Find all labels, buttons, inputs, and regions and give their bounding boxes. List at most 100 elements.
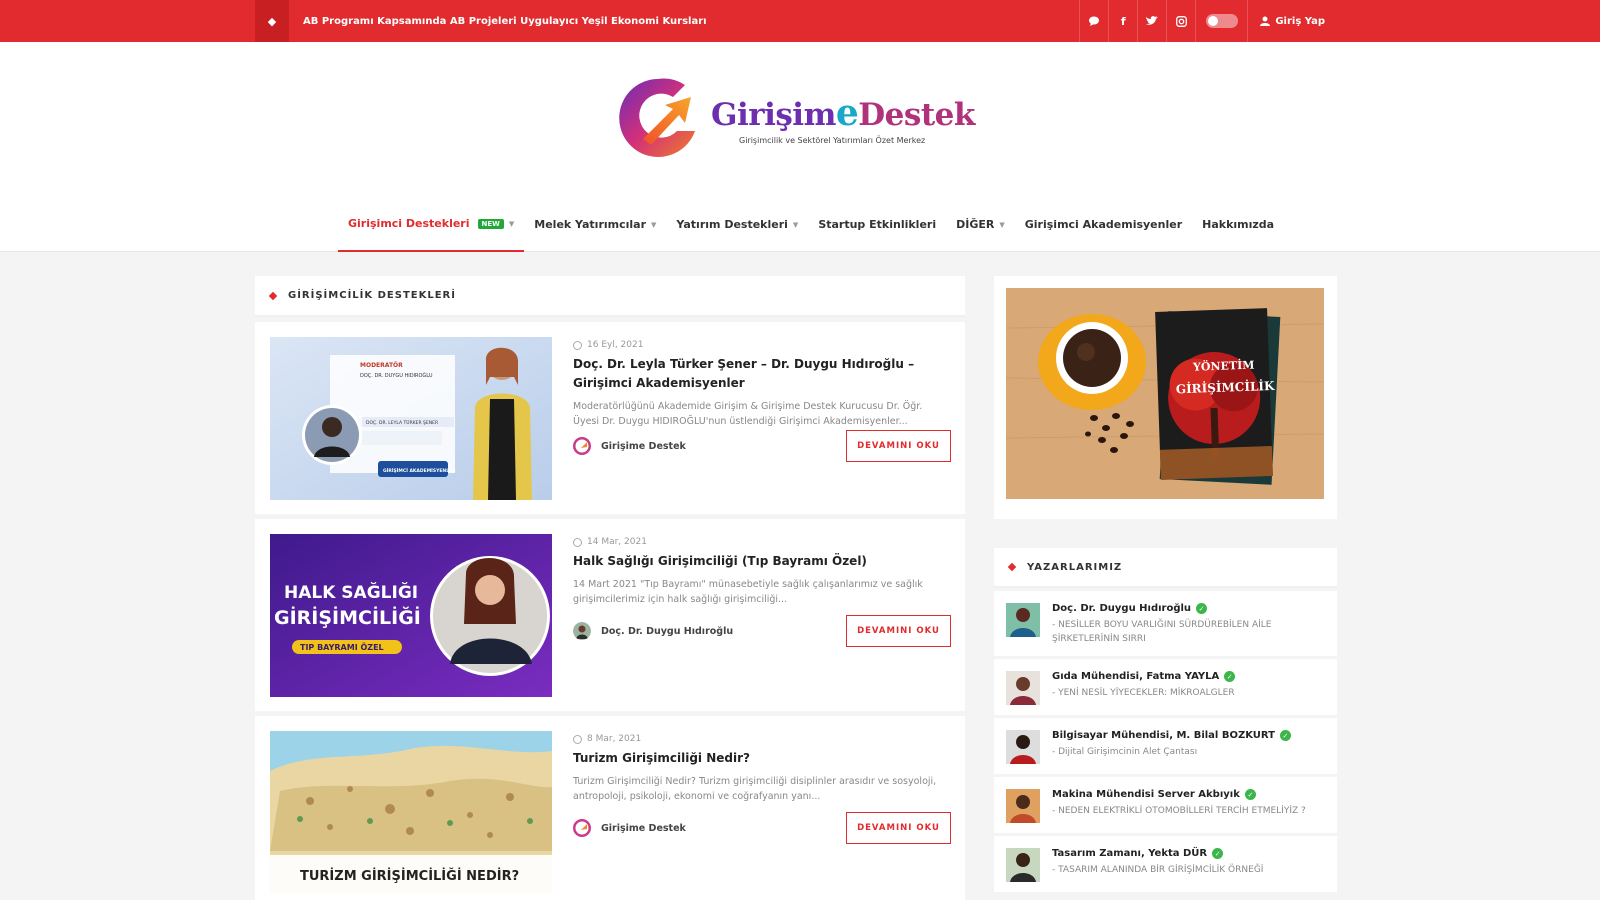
- widget-header: YAZARLARIMIZ: [994, 548, 1337, 588]
- post-author[interactable]: Girişime Destek: [573, 437, 686, 455]
- news-ticker[interactable]: AB Programı Kapsamında AB Projeleri Uygu…: [289, 16, 1079, 27]
- writer-name: Doç. Dr. Duygu Hıdıroğlu: [1052, 603, 1192, 614]
- site-header: GirişimeDestek Girişimcilik ve Sektörel …: [0, 42, 1600, 197]
- sidebar-ad: YÖNETİM GİRİŞİMCİLİK: [994, 276, 1337, 519]
- post-author[interactable]: Doç. Dr. Duygu Hıdıroğlu: [573, 622, 733, 640]
- nav-item-yatirim-destekleri[interactable]: Yatırım Destekleri ▼: [666, 197, 808, 252]
- writer-avatar: [1006, 671, 1040, 705]
- post-excerpt: 14 Mart 2021 "Tıp Bayramı" münasebetiyle…: [573, 579, 923, 605]
- writer-item[interactable]: Gıda Mühendisi, Fatma YAYLA ✓ - YENİ NESİ…: [994, 659, 1337, 715]
- writer-avatar: [1006, 848, 1040, 882]
- writer-name: Tasarım Zamanı, Yekta DÜR: [1052, 848, 1208, 859]
- chevron-down-icon: ▼: [792, 220, 799, 229]
- diamond-icon: [268, 291, 278, 300]
- book-ad-image[interactable]: YÖNETİM GİRİŞİMCİLİK: [1006, 288, 1324, 499]
- writer-avatar: [1006, 789, 1040, 823]
- writer-latest-post[interactable]: - YENİ NESİL YİYECEKLER: MİKROALGLER: [1052, 686, 1325, 700]
- writer-name: Gıda Mühendisi, Fatma YAYLA: [1052, 671, 1220, 682]
- svg-text:GİRİŞİMCİ AKADEMİSYENLER: GİRİŞİMCİ AKADEMİSYENLER: [383, 467, 456, 474]
- clock-icon: [573, 340, 582, 350]
- ticker-prev-button[interactable]: ◆: [255, 0, 289, 42]
- writer-latest-post[interactable]: - Dijital Girişimcinin Alet Çantası: [1052, 745, 1325, 759]
- post-date: 16 Eyl, 2021: [573, 340, 951, 350]
- svg-text:TURİZM GİRİŞİMCİLİĞİ NEDİR?: TURİZM GİRİŞİMCİLİĞİ NEDİR?: [300, 868, 519, 884]
- section-title: GİRİŞİMCİLİK DESTEKLERİ: [288, 290, 456, 301]
- facebook-icon[interactable]: f: [1108, 0, 1137, 42]
- writer-avatar: [1006, 603, 1040, 637]
- nav-item-startup-etkinlikleri[interactable]: Startup Etkinlikleri: [808, 197, 946, 252]
- verified-icon: ✓: [1279, 730, 1291, 741]
- post-thumbnail[interactable]: TURİZM GİRİŞİMCİLİĞİ NEDİR?: [270, 731, 552, 894]
- clock-icon: [573, 734, 582, 744]
- chevron-down-icon: ▼: [999, 220, 1005, 229]
- verified-icon: ✓: [1196, 603, 1208, 614]
- read-more-button[interactable]: DEVAMINI OKU: [846, 812, 951, 844]
- writer-latest-post[interactable]: - NEDEN ELEKTRİKLİ OTOMOBİLLERİ TERCİH E…: [1052, 804, 1325, 818]
- nav-item-hakkimizda[interactable]: Hakkımızda: [1192, 197, 1284, 252]
- top-bar: ◆ AB Programı Kapsamında AB Projeleri Uy…: [0, 0, 1600, 42]
- section-header: GİRİŞİMCİLİK DESTEKLERİ: [255, 276, 965, 317]
- svg-text:GİRİŞİMCİLİĞİ: GİRİŞİMCİLİĞİ: [274, 605, 421, 629]
- post-title[interactable]: Doç. Dr. Leyla Türker Şener – Dr. Duygu …: [573, 355, 951, 393]
- post-thumbnail[interactable]: MODERATÖR DOÇ. DR. DUYGU HIDIROĞLU DOÇ. …: [270, 337, 552, 500]
- author-logo-icon: [573, 819, 591, 837]
- nav-item-girisimci-destekleri[interactable]: Girişimci Destekleri NEW ▼: [338, 197, 525, 252]
- author-logo-icon: [573, 437, 591, 455]
- post-card: HALK SAĞLIĞI GİRİŞİMCİLİĞİ TIP BAYRAMI Ö…: [255, 519, 965, 711]
- verified-icon: ✓: [1244, 789, 1256, 800]
- read-more-button[interactable]: DEVAMINI OKU: [846, 430, 951, 462]
- chevron-down-icon: ▼: [508, 219, 515, 228]
- post-date: 14 Mar, 2021: [573, 537, 951, 547]
- dark-mode-toggle[interactable]: [1195, 0, 1247, 42]
- svg-text:TIP BAYRAMI ÖZEL: TIP BAYRAMI ÖZEL: [300, 642, 384, 652]
- diamond-icon: [1007, 562, 1017, 572]
- login-label: Giriş Yap: [1275, 15, 1325, 27]
- main-nav: Girişimci Destekleri NEW ▼ Melek Yatırım…: [0, 197, 1600, 252]
- writer-name: Bilgisayar Mühendisi, M. Bilal BOZKURT: [1052, 730, 1275, 741]
- writer-item[interactable]: Tasarım Zamanı, Yekta DÜR ✓ - TASARIM ALA…: [994, 836, 1337, 892]
- post-thumbnail[interactable]: HALK SAĞLIĞI GİRİŞİMCİLİĞİ TIP BAYRAMI Ö…: [270, 534, 552, 697]
- main-content: GİRİŞİMCİLİK DESTEKLERİ MODERATÖR DOÇ. D…: [255, 276, 965, 900]
- post-title[interactable]: Turizm Girişimciliği Nedir?: [573, 749, 951, 768]
- post-date: 8 Mar, 2021: [573, 734, 951, 744]
- new-badge: NEW: [477, 218, 504, 229]
- svg-text:HALK SAĞLIĞI: HALK SAĞLIĞI: [284, 581, 418, 603]
- twitter-icon[interactable]: [1137, 0, 1166, 42]
- chat-icon[interactable]: [1079, 0, 1108, 42]
- svg-text:DOÇ. DR. LEYLA TÜRKER ŞENER: DOÇ. DR. LEYLA TÜRKER ŞENER: [366, 419, 438, 426]
- post-title[interactable]: Halk Sağlığı Girişimciliği (Tıp Bayramı …: [573, 552, 951, 571]
- login-button[interactable]: Giriş Yap: [1247, 0, 1337, 42]
- svg-text:DOÇ. DR. DUYGU HIDIROĞLU: DOÇ. DR. DUYGU HIDIROĞLU: [360, 372, 433, 379]
- post-card: TURİZM GİRİŞİMCİLİĞİ NEDİR? 8 Mar, 2021 …: [255, 716, 965, 900]
- writer-avatar: [1006, 730, 1040, 764]
- logo-mark-icon: [619, 78, 695, 157]
- post-excerpt: Turizm Girişimciliği Nedir? Turizm giriş…: [573, 776, 937, 802]
- writer-name: Makina Mühendisi Server Akbıyık: [1052, 789, 1240, 800]
- verified-icon: ✓: [1212, 848, 1224, 859]
- author-avatar: [573, 622, 591, 640]
- post-author[interactable]: Girişime Destek: [573, 819, 686, 837]
- writer-item[interactable]: Makina Mühendisi Server Akbıyık ✓ - NEDEN…: [994, 777, 1337, 833]
- clock-icon: [573, 537, 582, 547]
- read-more-button[interactable]: DEVAMINI OKU: [846, 615, 951, 647]
- instagram-icon[interactable]: [1166, 0, 1195, 42]
- logo-tagline: Girişimcilik ve Sektörel Yatırımları Öze…: [739, 135, 926, 145]
- writer-latest-post[interactable]: - TASARIM ALANINDA BİR GİRİŞİMCİLİK ÖRNE…: [1052, 863, 1325, 877]
- user-icon: [1260, 16, 1271, 26]
- writer-item[interactable]: Bilgisayar Mühendisi, M. Bilal BOZKURT ✓ …: [994, 718, 1337, 774]
- verified-icon: ✓: [1224, 671, 1236, 682]
- post-excerpt: Moderatörlüğünü Akademide Girişim & Giri…: [573, 401, 923, 427]
- svg-text:YÖNETİM: YÖNETİM: [1192, 358, 1255, 374]
- writer-latest-post[interactable]: - NESİLLER BOYU VARLIĞINI SÜRDÜREBİLEN A…: [1052, 618, 1325, 646]
- widget-title: YAZARLARIMIZ: [1027, 561, 1123, 573]
- nav-item-diger[interactable]: DİĞER ▼: [946, 197, 1015, 252]
- chevron-down-icon: ▼: [651, 220, 657, 229]
- writers-widget: YAZARLARIMIZ Doç. Dr. Duygu Hıdıroğlu ✓ -…: [994, 548, 1337, 900]
- nav-item-melek-yatirimcilar[interactable]: Melek Yatırımcılar ▼: [524, 197, 666, 252]
- logo-title: GirişimeDestek: [711, 91, 975, 134]
- svg-text:MODERATÖR: MODERATÖR: [360, 362, 403, 369]
- writer-item[interactable]: Doç. Dr. Duygu Hıdıroğlu ✓ - NESİLLER BOY…: [994, 591, 1337, 656]
- post-card: MODERATÖR DOÇ. DR. DUYGU HIDIROĞLU DOÇ. …: [255, 322, 965, 514]
- nav-item-girisimci-akademisyenler[interactable]: Girişimci Akademisyenler: [1015, 197, 1192, 252]
- site-logo[interactable]: GirişimeDestek Girişimcilik ve Sektörel …: [615, 75, 975, 161]
